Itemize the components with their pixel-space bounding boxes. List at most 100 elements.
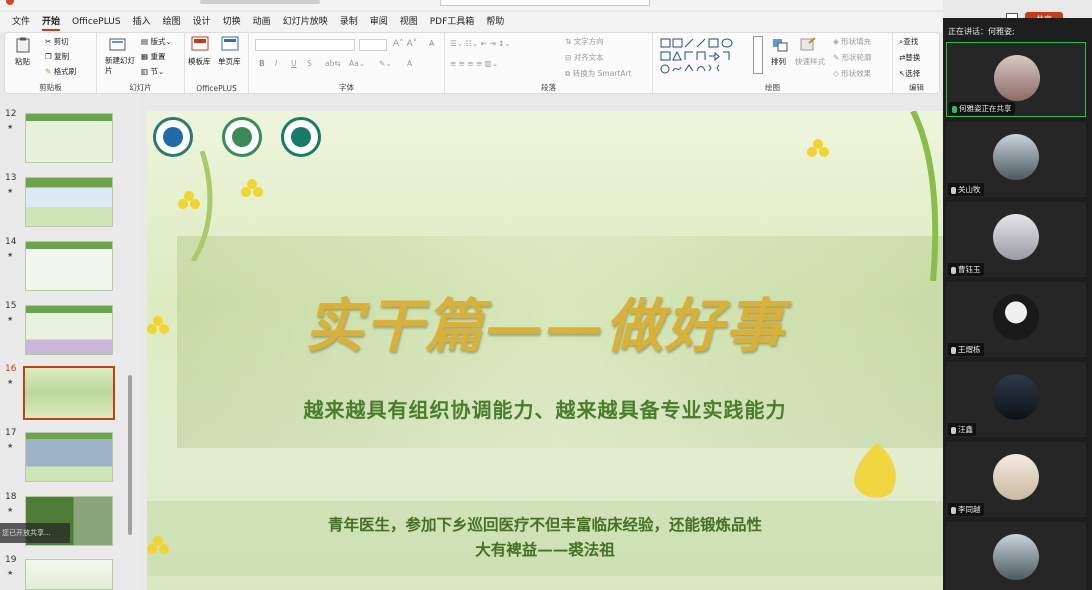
shape-effects-button[interactable]: ◇ 形状效果 [833,68,871,79]
thumb-number: 12 [5,109,17,119]
tab-transitions[interactable]: 切换 [217,12,247,32]
participant-tile[interactable]: 何雅姿正在共享 [946,42,1086,117]
slide-thumbnail-panel: 12 ★ 13 ★ 14 ★ 15 ★ 16 ★ 17 ★ 18 ★ 19 ★ [0,95,140,590]
template-lib-button[interactable]: 模板库 [188,56,211,67]
clear-format-icon[interactable]: A̶ [429,39,434,48]
new-slide-icon [109,38,126,51]
shapes-gallery-icon[interactable] [659,37,749,77]
font-size-field[interactable] [359,39,387,51]
font-name-field[interactable] [255,39,355,51]
tab-pdf-tools[interactable]: PDF工具箱 [424,12,481,32]
smartart-button[interactable]: ⧉ 转换为 SmartArt [565,68,631,79]
slide-canvas[interactable]: 实干篇——做好事 越来越具有组织协调能力、越来越具备专业实践能力 青年医生，参加… [147,111,943,590]
ribbon-tabs: 文件 开始 OfficePLUS 插入 绘图 设计 切换 动画 幻灯片放映 录制… [0,12,943,32]
smartart-icon: ⧉ [565,69,571,78]
slide-thumbnail-15[interactable] [25,305,113,355]
tab-animations[interactable]: 动画 [247,12,277,32]
ribbon: 粘贴 ✂ 剪切 ❐ 复制 ✎ 格式刷 剪贴板 新建幻灯片 ▤ 版式⌄ ▦ 重置 … [4,32,940,95]
thumb-star-icon: ★ [7,251,14,259]
slide-thumbnail-19[interactable] [25,559,113,590]
participant-tile[interactable]: 关山牧 [946,122,1086,197]
underline-button[interactable]: U [291,59,297,68]
tab-review[interactable]: 审阅 [364,12,394,32]
template-lib-icon [191,36,209,51]
participant-name: 曹钰玉 [948,263,984,276]
slide-thumbnail-17[interactable] [25,432,113,482]
tab-officeplus[interactable]: OfficePLUS [66,12,127,32]
paste-button[interactable]: 粘贴 [15,56,30,67]
tab-help[interactable]: 帮助 [480,12,510,32]
participant-name-text: 李同越 [958,505,981,514]
find-button[interactable]: ⌕查找 [899,36,918,47]
select-button[interactable]: ↖选择 [899,68,920,79]
bold-button[interactable]: B [259,59,265,68]
shape-outline-button[interactable]: ✎ 形状轮廓 [833,52,872,63]
copy-button[interactable]: ❐ 复制 [45,51,69,62]
new-slide-button[interactable]: 新建幻灯片 [105,56,135,76]
quick-styles-button[interactable]: 快速样式 [795,56,825,67]
format-painter-label: 格式刷 [53,67,77,76]
tab-slideshow[interactable]: 幻灯片放映 [277,12,334,32]
arrange-button[interactable]: 排列 [771,56,786,67]
bullets-icon[interactable]: ☰⌄ ☷⌄ ⇤ ⇥ ↕⌄ [450,39,511,48]
mic-muted-icon [951,346,956,354]
participant-name: 李同越 [948,503,984,516]
section-button[interactable]: ▥ 节⌄ [141,66,164,77]
thumb-star-icon: ★ [7,123,14,131]
thumb-star-icon: ★ [7,315,14,323]
tab-home[interactable]: 开始 [36,12,66,32]
align-icons[interactable]: ≡ ≡ ≡ ≡ ▥⌄ [450,59,498,68]
slide-title: 实干篇——做好事 [304,292,785,360]
scissors-icon: ✂ [45,37,52,46]
cut-button[interactable]: ✂ 剪切 [45,36,69,47]
copy-label: 复制 [54,52,70,61]
yellow-flower-icon [807,139,829,157]
slide-thumbnail-12[interactable] [25,113,113,163]
thumbnail-scrollbar[interactable] [128,375,132,535]
tab-view[interactable]: 视图 [394,12,424,32]
italic-button[interactable]: I [275,59,277,68]
participant-tile[interactable]: 曹钰玉 [946,202,1086,277]
tab-record[interactable]: 录制 [334,12,364,32]
slide-thumbnail-16[interactable] [23,366,115,420]
search-box[interactable] [440,0,650,6]
shapes-scroll[interactable] [753,36,763,74]
change-case-icon[interactable]: Aa⌄ [349,59,365,68]
tab-insert[interactable]: 插入 [127,12,157,32]
single-page-lib-button[interactable]: 单页库 [218,56,241,67]
avatar [993,294,1039,340]
participant-name-text: 王熠栋 [958,345,981,354]
grow-font-button[interactable]: A˄ A˅ [393,39,417,49]
char-spacing-icon[interactable]: ab⇆ [325,59,341,68]
participant-name: 关山牧 [948,183,984,196]
participant-name-text: 曹钰玉 [958,265,981,274]
slide-quote-line-2: 大有裨益——裘法祖 [475,540,615,559]
replace-button[interactable]: ⇄替换 [899,52,920,63]
participant-tile[interactable]: 汪鑫 [946,362,1086,437]
participant-tile[interactable] [946,522,1086,590]
shape-fill-button[interactable]: ◈ 形状填充 [833,36,871,47]
slide-thumbnail-14[interactable] [25,241,113,291]
participant-tile[interactable]: 李同越 [946,442,1086,517]
tab-file[interactable]: 文件 [6,12,36,32]
single-page-lib-icon [221,36,239,51]
font-color-button[interactable]: A [407,59,412,68]
text-direction-button[interactable]: ⇅ 文字方向 [565,36,604,47]
reset-icon: ▦ [141,52,149,61]
slide-quote-line-1: 青年医生，参加下乡巡回医疗不但丰富临床经验，还能锻炼品性 [327,515,762,534]
participant-name-text: 关山牧 [958,185,981,194]
reset-label: 重置 [150,52,166,61]
slide-thumbnail-13[interactable] [25,177,113,227]
participant-tile[interactable]: 王熠栋 [946,282,1086,357]
tab-draw[interactable]: 绘图 [157,12,187,32]
participant-name-text: 汪鑫 [958,425,973,434]
reset-button[interactable]: ▦ 重置 [141,51,165,62]
thumb-number: 13 [5,173,17,183]
highlight-icon[interactable]: ✎⌄ [379,59,392,68]
layout-button[interactable]: ▤ 版式⌄ [141,36,172,47]
format-painter-button[interactable]: ✎ 格式刷 [45,66,76,77]
strikethrough-button[interactable]: S [307,59,312,68]
tab-design[interactable]: 设计 [187,12,217,32]
mic-muted-icon [951,426,956,434]
align-text-button[interactable]: ⊟ 对齐文本 [565,52,604,63]
